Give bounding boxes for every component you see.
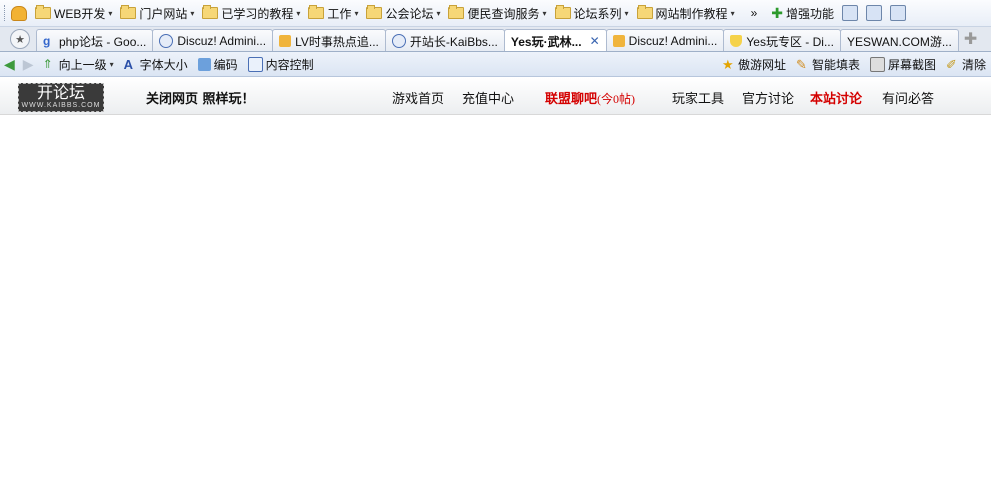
folder-icon bbox=[448, 5, 465, 19]
nav-recharge[interactable]: 充值中心 bbox=[462, 88, 514, 107]
dropdown-caret-icon: ▾ bbox=[730, 8, 735, 18]
folder-icon bbox=[636, 5, 653, 19]
nav-qa[interactable]: 有问必答 bbox=[882, 88, 934, 107]
tab-discuz-admin[interactable]: Discuz! Admini... bbox=[152, 29, 274, 51]
favorites-heart-icon[interactable] bbox=[11, 5, 27, 21]
favorite-folder-guild[interactable]: 公会论坛 ▾ bbox=[364, 2, 446, 24]
favorite-folder-tutorials[interactable]: 已学习的教程 ▾ bbox=[200, 2, 306, 24]
pma-icon bbox=[612, 35, 625, 47]
plus-icon: ✚ bbox=[771, 4, 783, 21]
nav-official-discussion[interactable]: 官方讨论 bbox=[742, 88, 794, 107]
post-count: (今0帖) bbox=[597, 92, 636, 106]
camera-icon bbox=[869, 56, 885, 72]
dropdown-caret-icon: ▾ bbox=[190, 8, 195, 18]
dropdown-caret-icon: ▾ bbox=[296, 8, 301, 18]
favorite-star-icon[interactable]: ★ bbox=[10, 29, 30, 49]
discuz-icon bbox=[159, 34, 174, 48]
favorite-folder-portal[interactable]: 门户网站 ▾ bbox=[118, 2, 200, 24]
encoding-button[interactable]: 编码 bbox=[193, 54, 243, 74]
dropdown-caret-icon: ▾ bbox=[354, 8, 359, 18]
discuz-icon bbox=[391, 34, 406, 48]
command-bar: ◀ ▶ ⇑ 向上一级 ▾ A 字体大小 编码 内容控制 ★ 傲游网址 ✎ 智能填表 屏幕截… bbox=[0, 52, 991, 77]
favorite-folder-forums[interactable]: 论坛系列 ▾ bbox=[553, 2, 635, 24]
favorite-folder-web[interactable]: WEB开发 ▾ bbox=[33, 2, 118, 24]
folder-icon bbox=[554, 5, 571, 19]
forward-arrow-icon[interactable]: ▶ bbox=[23, 56, 34, 73]
trophy-icon bbox=[730, 35, 743, 47]
favorites-bar: WEB开发 ▾ 门户网站 ▾ 已学习的教程 ▾ 工作 ▾ 公会论坛 ▾ 便民查询服务 ▾ 论… bbox=[0, 0, 991, 27]
tab-php-forum[interactable]: g php论坛 - Goo... bbox=[36, 29, 154, 51]
nav-player-tools[interactable]: 玩家工具 bbox=[672, 88, 724, 107]
tab-bar: ★ g php论坛 - Goo... Discuz! Admini... LV时事… bbox=[0, 27, 991, 52]
dropdown-caret-icon: ▾ bbox=[624, 8, 629, 18]
tab-kaibbs[interactable]: 开站长-KaiBbs... bbox=[384, 29, 505, 51]
dropdown-caret-icon: ▾ bbox=[108, 8, 113, 18]
dropdown-caret-icon: ▾ bbox=[436, 8, 441, 18]
nav-site-discussion[interactable]: 本站讨论 bbox=[810, 88, 862, 107]
favorite-folder-work[interactable]: 工作 ▾ bbox=[306, 2, 364, 24]
tab-yeswan-active[interactable]: Yes玩·武林... ✕ bbox=[503, 29, 607, 51]
star-icon: ★ bbox=[721, 56, 734, 72]
dropdown-caret-icon: ▾ bbox=[542, 8, 547, 18]
tab-lv-news[interactable]: LV时事热点追... bbox=[272, 29, 386, 51]
smart-fill-icon: ✎ bbox=[795, 56, 807, 72]
content-control-icon bbox=[247, 56, 263, 72]
screenshot-button[interactable]: 屏幕截图 bbox=[865, 54, 941, 74]
nav-alliance-chat[interactable]: 联盟聊吧(今0帖) bbox=[545, 88, 635, 107]
notes-icon[interactable] bbox=[890, 5, 907, 21]
new-tab-icon[interactable]: ✚ bbox=[964, 29, 977, 49]
sidebar-toggle-icon[interactable] bbox=[842, 5, 859, 21]
tab-discuz-admin-2[interactable]: Discuz! Admini... bbox=[605, 29, 725, 51]
nav-game-home[interactable]: 游戏首页 bbox=[392, 88, 444, 107]
tab-yeswan-com[interactable]: YESWAN.COM游... bbox=[839, 29, 959, 51]
dropdown-caret-icon: ▾ bbox=[109, 59, 114, 69]
smart-fill-button[interactable]: ✎ 智能填表 bbox=[791, 54, 865, 74]
google-icon: g bbox=[43, 34, 51, 48]
folder-icon bbox=[120, 5, 137, 19]
back-arrow-icon[interactable]: ◀ bbox=[4, 56, 15, 73]
content-control-button[interactable]: 内容控制 bbox=[243, 54, 319, 74]
folder-icon bbox=[202, 5, 219, 19]
window-icon[interactable] bbox=[866, 5, 883, 21]
broom-icon: ✐ bbox=[945, 56, 957, 72]
close-tab-icon[interactable]: ✕ bbox=[590, 34, 600, 48]
page-content-blank bbox=[0, 116, 991, 501]
up-arrow-icon: ⇑ bbox=[42, 56, 53, 71]
font-size-button[interactable]: A 字体大小 bbox=[119, 54, 193, 74]
site-slogan: 关闭网页 照样玩！ bbox=[146, 92, 255, 107]
font-size-icon: A bbox=[123, 56, 133, 72]
pma-icon bbox=[279, 35, 292, 47]
favorite-folder-webdesign[interactable]: 网站制作教程 ▾ bbox=[635, 2, 741, 24]
toolbar-grip[interactable] bbox=[4, 5, 8, 21]
folder-icon bbox=[366, 5, 383, 19]
favorites-overflow-chevron[interactable]: » bbox=[751, 6, 758, 20]
encoding-icon bbox=[197, 57, 211, 71]
tab-yeswan-zone[interactable]: Yes玩专区 - Di... bbox=[723, 29, 841, 51]
site-header: 开论坛 WWW.KAIBBS.COM 关闭网页 照样玩！ 游戏首页 充值中心 联… bbox=[0, 78, 991, 115]
aoyou-sites-button[interactable]: ★ 傲游网址 bbox=[717, 54, 791, 74]
up-level-button[interactable]: ⇑ 向上一级 ▾ bbox=[38, 54, 119, 74]
enhance-features-button[interactable]: 增强功能 bbox=[786, 5, 834, 22]
favorite-folder-services[interactable]: 便民查询服务 ▾ bbox=[446, 2, 552, 24]
clear-button[interactable]: ✐ 清除 bbox=[941, 54, 991, 74]
folder-icon bbox=[35, 5, 51, 19]
site-logo[interactable]: 开论坛 WWW.KAIBBS.COM bbox=[18, 83, 104, 112]
folder-icon bbox=[308, 5, 325, 19]
